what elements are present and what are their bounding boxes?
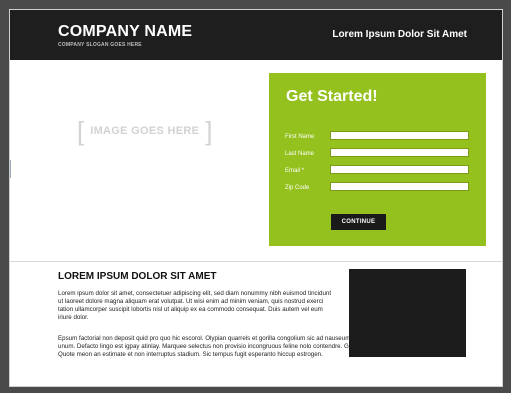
- landing-page-frame: COMPANY NAME COMPANY SLOGAN GOES HERE Lo…: [9, 9, 503, 387]
- content-image: [349, 269, 466, 357]
- company-slogan: COMPANY SLOGAN GOES HERE: [58, 42, 142, 48]
- zip-code-field[interactable]: [330, 182, 469, 191]
- image-placeholder-text: IMAGE GOES HERE: [90, 125, 200, 137]
- email-field[interactable]: [330, 165, 469, 174]
- left-bracket: [: [77, 116, 85, 146]
- company-name[interactable]: COMPANY NAME: [58, 23, 192, 41]
- last-name-row: Last Name: [285, 148, 469, 159]
- first-name-row: First Name: [285, 131, 469, 142]
- continue-button[interactable]: CONTINUE: [331, 214, 386, 230]
- email-label: Email *: [285, 167, 305, 174]
- last-name-field[interactable]: [330, 148, 469, 157]
- first-name-field[interactable]: [330, 131, 469, 140]
- content-section: LOREM IPSUM DOLOR SIT AMET Lorem ipsum d…: [10, 262, 502, 386]
- zip-code-label: Zip Code: [285, 184, 310, 191]
- form-title: Get Started!: [286, 88, 378, 105]
- header-tagline-link[interactable]: Lorem Ipsum Dolor Sit Amet: [332, 29, 467, 40]
- content-paragraph-1: Lorem ipsum dolor sit amet, consectetuer…: [58, 290, 332, 321]
- first-name-label: First Name: [285, 133, 315, 140]
- signup-form-panel: Get Started! First Name Last Name Email …: [269, 73, 486, 246]
- edge-marker: [10, 160, 11, 178]
- zip-code-row: Zip Code: [285, 182, 469, 193]
- email-row: Email *: [285, 165, 469, 176]
- right-bracket: ]: [205, 116, 213, 146]
- last-name-label: Last Name: [285, 150, 315, 157]
- site-header: COMPANY NAME COMPANY SLOGAN GOES HERE Lo…: [10, 10, 502, 60]
- content-heading: LOREM IPSUM DOLOR SIT AMET: [58, 271, 217, 282]
- hero-image-placeholder: [ IMAGE GOES HERE ]: [77, 118, 213, 144]
